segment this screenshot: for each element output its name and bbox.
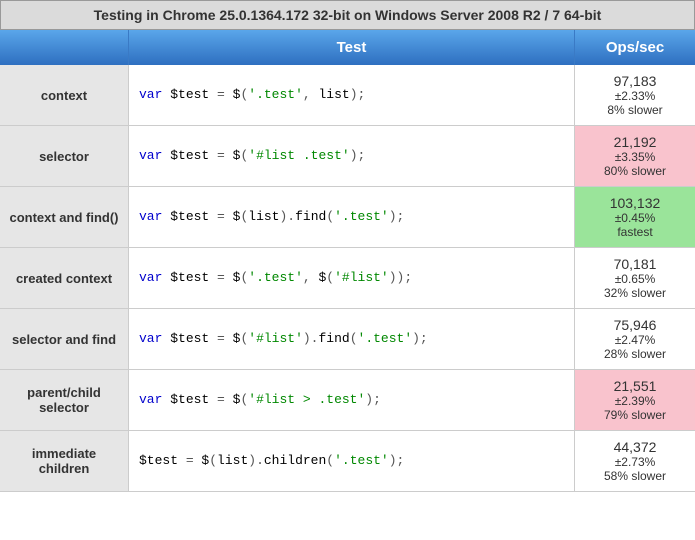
- code-snippet: var $test = $('.test', list);: [139, 86, 365, 104]
- ops-value: 70,181: [614, 256, 657, 272]
- ops-error: ±3.35%: [615, 150, 656, 164]
- ops-note: 80% slower: [604, 164, 666, 178]
- header-name-spacer: [0, 30, 129, 65]
- ops-value: 21,551: [614, 378, 657, 394]
- ops-note: 58% slower: [604, 469, 666, 483]
- ops-error: ±2.33%: [615, 89, 656, 103]
- ops-cell: 21,192±3.35%80% slower: [575, 126, 695, 186]
- ops-cell: 75,946±2.47%28% slower: [575, 309, 695, 369]
- table-row: created context var $test = $('.test', $(…: [0, 248, 695, 309]
- ops-cell: 97,183±2.33%8% slower: [575, 65, 695, 125]
- table-row: selector var $test = $('#list .test'); 21,…: [0, 126, 695, 187]
- code-snippet: var $test = $('#list').find('.test');: [139, 330, 428, 348]
- table-row: context and find() var $test = $(list).fi…: [0, 187, 695, 248]
- ops-note: 28% slower: [604, 347, 666, 361]
- test-code: var $test = $('#list').find('.test');: [129, 309, 575, 369]
- test-name: created context: [0, 248, 129, 308]
- code-snippet: var $test = $('#list .test');: [139, 147, 365, 165]
- table-body: context var $test = $('.test', list); 97,1…: [0, 65, 695, 492]
- code-snippet: var $test = $('#list > .test');: [139, 391, 381, 409]
- ops-cell: 21,551±2.39%79% slower: [575, 370, 695, 430]
- ops-value: 21,192: [614, 134, 657, 150]
- test-code: var $test = $(list).find('.test');: [129, 187, 575, 247]
- test-name: immediate children: [0, 431, 129, 491]
- ops-value: 75,946: [614, 317, 657, 333]
- test-name: selector and find: [0, 309, 129, 369]
- table-header: Test Ops/sec: [0, 30, 695, 65]
- ops-value: 44,372: [614, 439, 657, 455]
- ops-cell: 44,372±2.73%58% slower: [575, 431, 695, 491]
- test-code: $test = $(list).children('.test');: [129, 431, 575, 491]
- test-name: context: [0, 65, 129, 125]
- page-title: Testing in Chrome 25.0.1364.172 32-bit o…: [0, 0, 695, 30]
- ops-cell: 103,132±0.45%fastest: [575, 187, 695, 247]
- test-name: context and find(): [0, 187, 129, 247]
- table-row: parent/child selector var $test = $('#lis…: [0, 370, 695, 431]
- ops-value: 97,183: [614, 73, 657, 89]
- ops-note: 8% slower: [607, 103, 662, 117]
- code-snippet: var $test = $('.test', $('#list'));: [139, 269, 412, 287]
- header-test: Test: [129, 30, 575, 65]
- code-snippet: var $test = $(list).find('.test');: [139, 208, 404, 226]
- ops-error: ±0.45%: [615, 211, 656, 225]
- table-row: immediate children $test = $(list).childr…: [0, 431, 695, 492]
- ops-error: ±2.39%: [615, 394, 656, 408]
- code-snippet: $test = $(list).children('.test');: [139, 452, 404, 470]
- header-ops: Ops/sec: [575, 30, 695, 65]
- benchmark-table: Testing in Chrome 25.0.1364.172 32-bit o…: [0, 0, 695, 492]
- test-code: var $test = $('.test', $('#list'));: [129, 248, 575, 308]
- test-code: var $test = $('.test', list);: [129, 65, 575, 125]
- ops-error: ±2.47%: [615, 333, 656, 347]
- ops-note: 32% slower: [604, 286, 666, 300]
- test-name: parent/child selector: [0, 370, 129, 430]
- test-code: var $test = $('#list > .test');: [129, 370, 575, 430]
- ops-note: fastest: [617, 225, 652, 239]
- ops-note: 79% slower: [604, 408, 666, 422]
- table-row: selector and find var $test = $('#list').…: [0, 309, 695, 370]
- ops-error: ±2.73%: [615, 455, 656, 469]
- test-code: var $test = $('#list .test');: [129, 126, 575, 186]
- test-name: selector: [0, 126, 129, 186]
- table-row: context var $test = $('.test', list); 97,1…: [0, 65, 695, 126]
- ops-cell: 70,181±0.65%32% slower: [575, 248, 695, 308]
- ops-error: ±0.65%: [615, 272, 656, 286]
- ops-value: 103,132: [610, 195, 661, 211]
